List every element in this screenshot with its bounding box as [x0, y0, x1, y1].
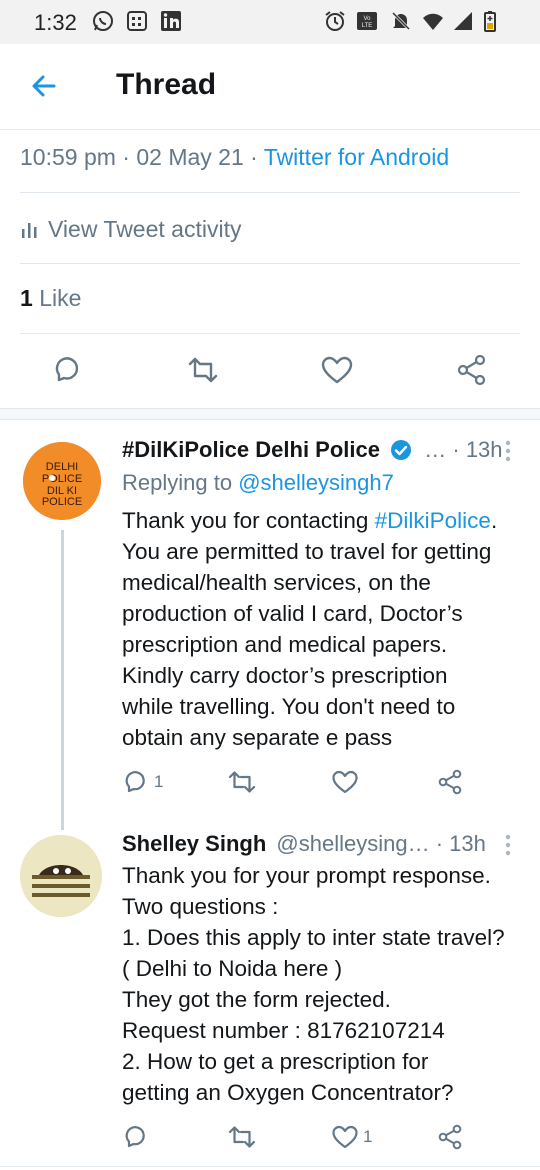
battery-icon — [484, 11, 496, 32]
heart-icon — [332, 1125, 358, 1149]
like-button[interactable] — [331, 765, 363, 799]
shelley-singh-avatar[interactable] — [20, 835, 102, 917]
author-name[interactable]: #DilKiPolice Delhi Police — [122, 437, 380, 462]
svg-text:DELHI: DELHI — [46, 461, 78, 473]
focused-tweet-actions — [0, 350, 540, 396]
svg-text:POLICE: POLICE — [42, 473, 82, 485]
share-button[interactable] — [452, 350, 492, 390]
retweet-icon — [228, 1126, 256, 1148]
verified-badge-icon — [391, 440, 412, 460]
page-title: Thread — [116, 68, 217, 101]
reply-button[interactable] — [122, 1120, 154, 1154]
svg-text:POLICE: POLICE — [42, 496, 82, 508]
view-tweet-activity-label: View Tweet activity — [48, 215, 242, 242]
tweet-source-link[interactable]: Twitter for Android — [264, 144, 449, 170]
analytics-icon — [22, 223, 37, 238]
replying-to-handle-link[interactable]: @shelleysingh7 — [238, 470, 394, 495]
tweet-text: Thank you for contacting #DilkiPolice. Y… — [122, 508, 498, 750]
more-options-icon[interactable] — [500, 438, 516, 464]
share-icon — [438, 769, 462, 795]
divider — [20, 333, 520, 334]
like-count: 1 — [363, 1127, 373, 1146]
heart-icon — [332, 770, 358, 794]
svg-text:Vo: Vo — [363, 16, 371, 22]
replying-to-label: Replying to — [122, 470, 233, 495]
app-bar: Thread — [0, 44, 540, 130]
tweet-date: 02 May 21 — [136, 144, 244, 170]
retweet-icon — [188, 357, 218, 383]
hashtag-link[interactable]: #DilkiPolice — [375, 508, 491, 533]
tweet-header: #DilKiPolice Delhi Police … · 13h — [122, 437, 503, 462]
retweet-icon — [228, 771, 256, 793]
share-button[interactable] — [436, 765, 464, 799]
tweet-time: 10:59 pm — [20, 144, 116, 170]
tweet-relative-time: 13h — [465, 437, 503, 462]
tweet-actions: 1 — [122, 1120, 482, 1154]
reply-icon — [55, 357, 79, 382]
status-time: 1:32 — [34, 10, 77, 35]
mute-icon — [391, 11, 411, 31]
share-icon — [457, 354, 486, 386]
author-handle: @shelleysing… — [276, 831, 430, 856]
back-button[interactable] — [24, 66, 68, 106]
divider — [20, 263, 520, 264]
tweet-relative-time: 13h — [449, 831, 486, 856]
author-handle: … — [424, 437, 447, 462]
heart-icon — [321, 356, 353, 384]
likes-count: 1 — [20, 285, 33, 311]
whatsapp-icon — [93, 11, 113, 31]
divider — [20, 192, 520, 193]
reply-button[interactable] — [47, 350, 87, 390]
like-button[interactable]: 1 — [331, 1120, 372, 1154]
signal-icon — [454, 12, 472, 30]
reply-button[interactable]: 1 — [122, 765, 163, 799]
reply-icon — [125, 771, 145, 793]
retweet-button[interactable] — [226, 1120, 262, 1154]
tweet-header: Shelley Singh @shelleysing… · 13h — [122, 831, 486, 856]
wifi-icon — [423, 13, 443, 30]
likes-label: Like — [39, 285, 82, 311]
tweet-text: Thank you for your prompt response. Two … — [122, 863, 505, 1105]
volte-icon: VoLTE — [357, 12, 377, 30]
share-button[interactable] — [436, 1120, 464, 1154]
user-avatar-image — [20, 835, 102, 917]
share-icon — [438, 1124, 462, 1150]
delhi-police-avatar[interactable]: DELHI POLICE DIL KI POLICE — [23, 442, 101, 520]
divider — [0, 1166, 540, 1167]
retweet-button[interactable] — [226, 765, 262, 799]
delhi-police-logo: DELHI POLICE DIL KI POLICE — [23, 442, 101, 520]
view-tweet-activity-button[interactable]: View Tweet activity — [20, 214, 241, 244]
alarm-icon — [325, 11, 345, 31]
linkedin-icon — [161, 11, 181, 31]
retweet-button[interactable] — [183, 350, 223, 390]
arrow-left-icon — [32, 75, 56, 97]
thread-divider — [0, 408, 540, 420]
status-bar: 1:32 Vo LTE — [0, 0, 540, 44]
notes-app-icon — [127, 11, 147, 31]
likes-count-link[interactable]: 1 Like — [20, 285, 81, 312]
replying-to: Replying to @shelleysingh7 — [122, 470, 394, 496]
tweet-actions: 1 — [122, 765, 482, 799]
reply-count: 1 — [154, 772, 164, 791]
like-button[interactable] — [317, 350, 357, 390]
more-options-icon[interactable] — [500, 832, 516, 858]
author-name[interactable]: Shelley Singh — [122, 831, 266, 856]
tweet-timestamp: 10:59 pm · 02 May 21 · Twitter for Andro… — [20, 144, 450, 170]
thread-connector-line — [61, 530, 64, 830]
svg-text:LTE: LTE — [362, 23, 373, 29]
reply-icon — [125, 1126, 145, 1148]
